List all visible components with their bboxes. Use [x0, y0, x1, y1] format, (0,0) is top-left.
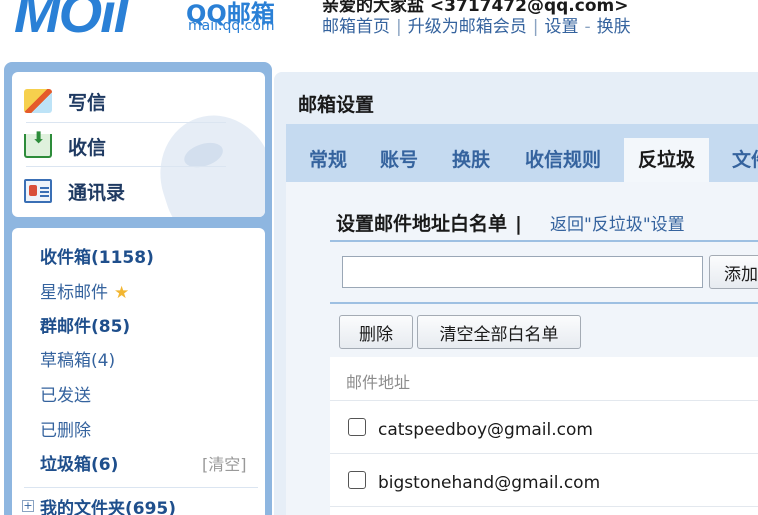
- folder-deleted[interactable]: 已删除: [40, 416, 91, 441]
- empty-spam-link[interactable]: [清空]: [202, 451, 247, 475]
- add-button[interactable]: 添加: [709, 255, 758, 289]
- row-checkbox[interactable]: [348, 418, 366, 436]
- folder-drafts[interactable]: 草稿箱(4): [40, 346, 115, 371]
- receive-label: 收信: [68, 136, 107, 159]
- folder-starred-label: 星标邮件: [40, 283, 108, 303]
- tab-files[interactable]: 文件: [732, 138, 758, 182]
- link-settings[interactable]: 设置: [544, 17, 578, 37]
- divider: [330, 506, 758, 507]
- row-checkbox[interactable]: [348, 471, 366, 489]
- folder-group-mail[interactable]: 群邮件(85): [40, 312, 130, 337]
- inbox-download-icon: [24, 128, 52, 158]
- divider: [330, 453, 758, 454]
- top-links: 邮箱首页 | 升级为邮箱会员 | 设置 - 换肤: [322, 12, 631, 37]
- divider: [24, 487, 258, 488]
- divider: [330, 240, 758, 242]
- page-title: 邮箱设置: [298, 94, 375, 116]
- whitelist-email: catspeedboy@gmail.com: [378, 420, 593, 440]
- tab-anti-spam[interactable]: 反垃圾: [624, 138, 710, 182]
- clear-whitelist-button[interactable]: 清空全部白名单: [417, 315, 581, 349]
- link-separator: |: [532, 17, 539, 37]
- whitelist-heading-text: 设置邮件地址白名单: [336, 213, 508, 235]
- divider: [26, 166, 226, 167]
- link-change-skin[interactable]: 换肤: [597, 17, 631, 37]
- compose-button[interactable]: 写信: [24, 86, 106, 116]
- divider: [330, 400, 758, 401]
- folder-my-folders[interactable]: 我的文件夹(695): [40, 494, 176, 515]
- delete-button[interactable]: 删除: [339, 315, 413, 349]
- qq-mail-logo[interactable]: MOil: [14, 0, 129, 45]
- contacts-label: 通讯录: [68, 181, 126, 204]
- folder-inbox[interactable]: 收件箱(1158): [40, 243, 154, 268]
- folder-starred[interactable]: 星标邮件 ★: [40, 278, 129, 303]
- link-separator: |: [396, 17, 402, 37]
- link-separator: -: [584, 17, 591, 37]
- column-header-email: 邮件地址: [346, 373, 411, 392]
- folder-sent[interactable]: 已发送: [40, 381, 91, 406]
- link-upgrade-vip[interactable]: 升级为邮箱会员: [408, 17, 527, 37]
- brand-url: mail.qq.com: [188, 18, 275, 34]
- heading-separator: |: [515, 213, 522, 235]
- penguin-watermark-icon: [144, 100, 265, 217]
- whitelist-heading: 设置邮件地址白名单 |: [336, 209, 530, 236]
- folder-spam[interactable]: 垃圾箱(6): [40, 450, 118, 475]
- star-icon: ★: [114, 283, 130, 303]
- contacts-button[interactable]: 通讯录: [24, 176, 125, 206]
- back-to-anti-spam-link[interactable]: 返回"反垃圾"设置: [550, 210, 685, 235]
- whitelist-email-input[interactable]: [342, 256, 703, 288]
- divider: [26, 122, 226, 123]
- compose-label: 写信: [68, 91, 107, 114]
- tab-receive-rules[interactable]: 收信规则: [525, 138, 601, 182]
- divider: [330, 302, 758, 304]
- receive-button[interactable]: 收信: [24, 128, 107, 161]
- write-icon: [24, 89, 52, 113]
- tab-general[interactable]: 常规: [309, 138, 347, 182]
- link-mail-home[interactable]: 邮箱首页: [322, 17, 390, 37]
- whitelist-email: bigstonehand@gmail.com: [378, 473, 601, 493]
- tab-account[interactable]: 账号: [380, 138, 418, 182]
- expand-icon[interactable]: +: [22, 500, 34, 512]
- tab-skin[interactable]: 换肤: [452, 138, 490, 182]
- contacts-icon: [24, 179, 52, 203]
